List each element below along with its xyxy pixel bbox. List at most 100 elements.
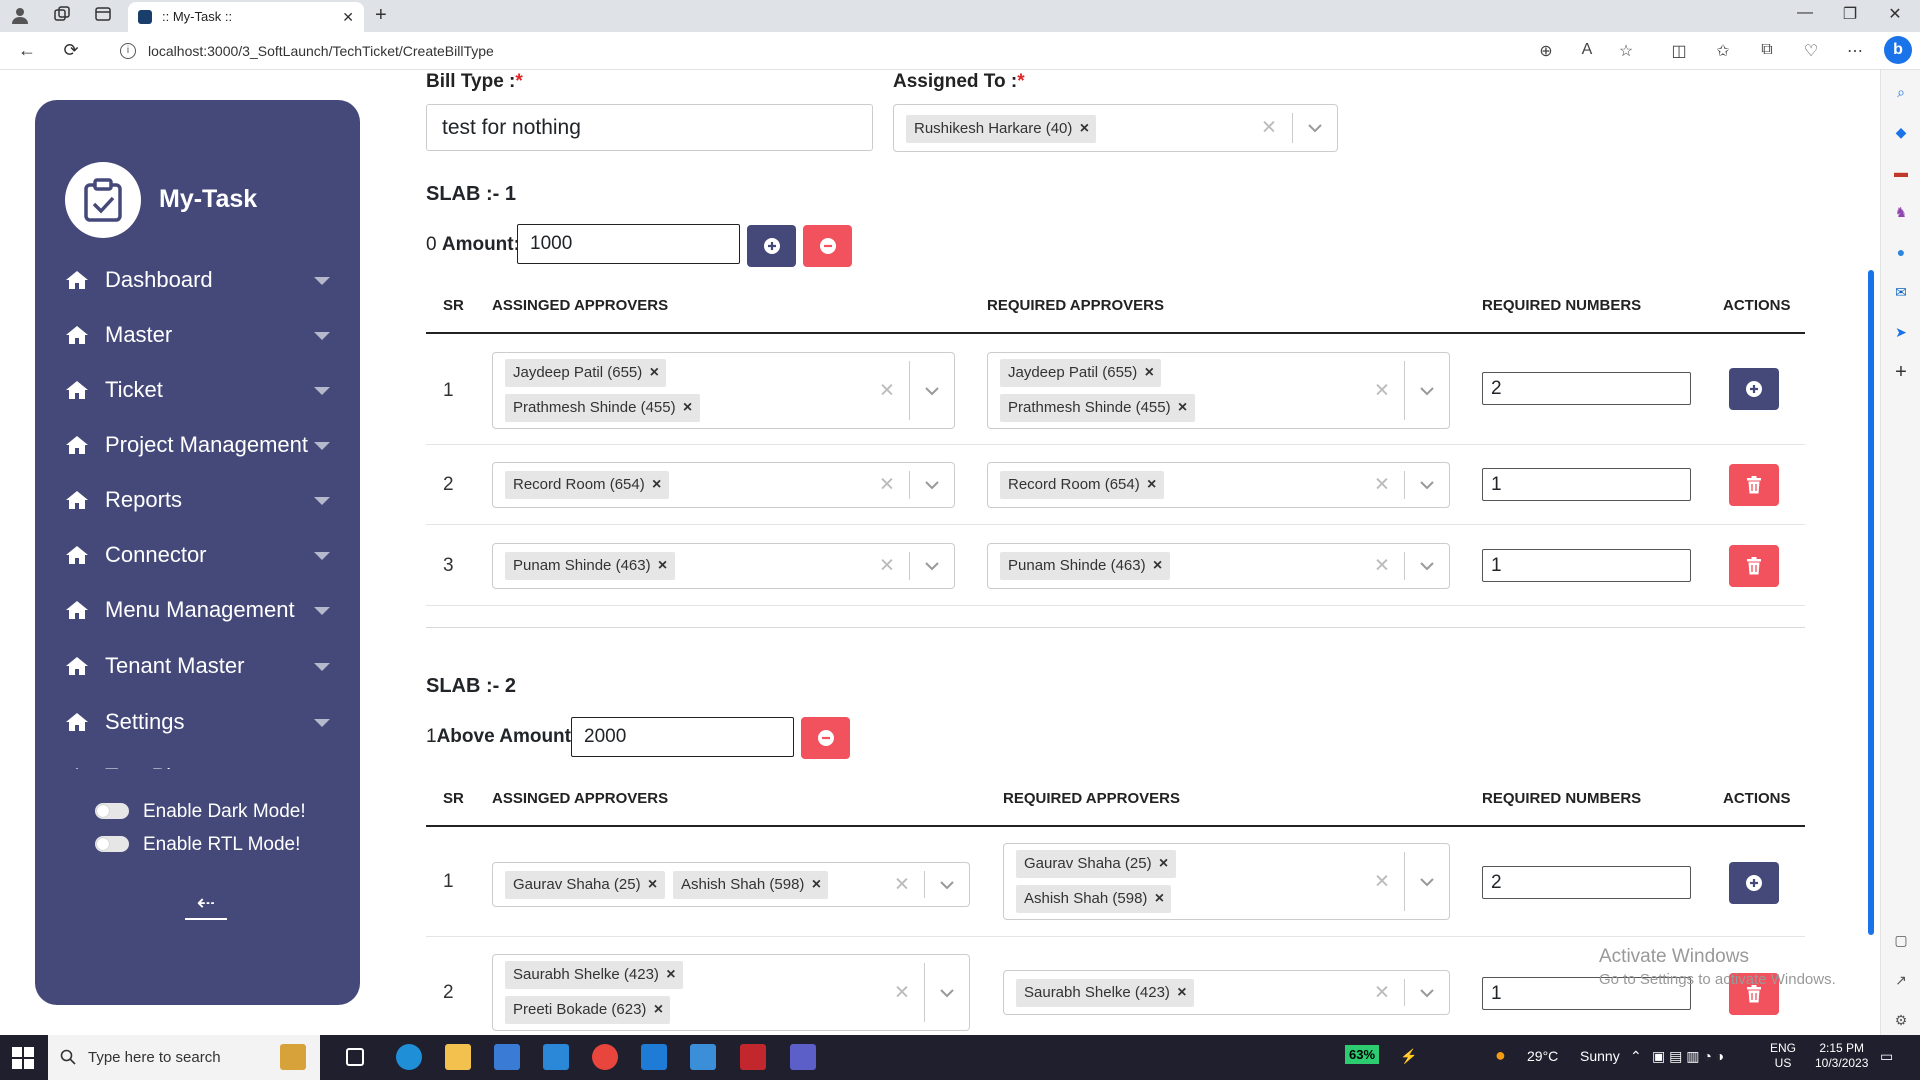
- sidebar-settings-icon[interactable]: ⚙: [1891, 1010, 1911, 1030]
- zoom-icon[interactable]: ⊕: [1535, 41, 1557, 61]
- add-slab-button[interactable]: [747, 225, 796, 267]
- microsoft-store-icon[interactable]: [494, 1044, 520, 1070]
- remove-chip-icon[interactable]: ×: [1171, 394, 1195, 422]
- tray-apps-icon[interactable]: ▣ ▤ ▥ ◔ ◑: [1652, 1048, 1724, 1065]
- notification-icon[interactable]: ▭: [1880, 1048, 1893, 1065]
- sidebar-item-3[interactable]: Project Management: [65, 425, 330, 465]
- clear-selection-icon[interactable]: ✕: [891, 873, 913, 896]
- bill-type-input[interactable]: test for nothing: [426, 104, 873, 151]
- vscode-icon[interactable]: [641, 1044, 667, 1070]
- favorites-icon[interactable]: ✩: [1712, 41, 1734, 61]
- sidebar-item-0[interactable]: Dashboard: [65, 260, 330, 300]
- chevron-down-icon[interactable]: [921, 555, 943, 577]
- chevron-down-icon[interactable]: [921, 474, 943, 496]
- assigned-approvers-select[interactable]: Punam Shinde (463) × ✕: [492, 543, 955, 589]
- close-tab-icon[interactable]: ✕: [342, 2, 354, 32]
- remove-chip-icon[interactable]: ×: [1170, 979, 1194, 1007]
- search-icon[interactable]: ⌕: [1891, 82, 1911, 102]
- mail-icon[interactable]: [543, 1044, 569, 1070]
- chevron-down-icon[interactable]: [1416, 474, 1438, 496]
- teams-icon[interactable]: [790, 1044, 816, 1070]
- clear-selection-icon[interactable]: ✕: [876, 474, 898, 497]
- tools-icon[interactable]: ▬: [1891, 162, 1911, 182]
- workspaces-icon[interactable]: [52, 6, 72, 26]
- chevron-down-icon[interactable]: [1416, 380, 1438, 402]
- assigned-approvers-select[interactable]: Jaydeep Patil (655) × Prathmesh Shinde (45…: [492, 352, 955, 429]
- remove-chip-icon[interactable]: ×: [646, 996, 670, 1024]
- split-screen-icon[interactable]: ◫: [1668, 41, 1690, 61]
- remove-chip-icon[interactable]: ×: [645, 471, 669, 499]
- clear-selection-icon[interactable]: ✕: [1371, 555, 1393, 578]
- remove-chip-icon[interactable]: ×: [642, 359, 666, 387]
- copilot-icon[interactable]: b: [1884, 36, 1912, 64]
- remove-chip-icon[interactable]: ×: [1147, 885, 1171, 913]
- task-view-icon[interactable]: [346, 1048, 364, 1066]
- tab-my-task[interactable]: :: My-Task :: ✕: [128, 2, 364, 32]
- collapse-sidebar-icon[interactable]: ⇠: [185, 890, 227, 920]
- clear-selection-icon[interactable]: ✕: [1371, 870, 1393, 893]
- remove-chip-icon[interactable]: ×: [1140, 471, 1164, 499]
- sidebar-item-6[interactable]: Menu Management: [65, 590, 330, 630]
- performance-icon[interactable]: ♡: [1800, 41, 1822, 61]
- remove-chip-icon[interactable]: ×: [641, 871, 665, 899]
- remove-slab-1-button[interactable]: [803, 225, 852, 267]
- required-number-input[interactable]: 1: [1482, 468, 1691, 501]
- edge-browser-icon[interactable]: [396, 1044, 422, 1070]
- app-icon[interactable]: [690, 1044, 716, 1070]
- clear-selection-icon[interactable]: ✕: [1371, 474, 1393, 497]
- chevron-down-icon[interactable]: [921, 380, 943, 402]
- remove-chip-icon[interactable]: ×: [804, 871, 828, 899]
- clear-selection-icon[interactable]: ✕: [1371, 379, 1393, 402]
- external-link-icon[interactable]: ↗: [1891, 970, 1911, 990]
- required-approvers-select[interactable]: Jaydeep Patil (655) × Prathmesh Shinde (45…: [987, 352, 1450, 429]
- new-tab-icon[interactable]: +: [375, 4, 387, 27]
- clear-selection-icon[interactable]: ✕: [876, 379, 898, 402]
- shopping-icon[interactable]: ◆: [1891, 122, 1911, 142]
- profile-icon[interactable]: [10, 6, 30, 26]
- required-number-input[interactable]: 2: [1482, 372, 1691, 405]
- taskbar-widget-icon[interactable]: [280, 1044, 306, 1070]
- sidebar-item-9[interactable]: Test Ph...: [65, 757, 330, 769]
- microsoft365-icon[interactable]: ●: [1891, 242, 1911, 262]
- sidebar-item-4[interactable]: Reports: [65, 480, 330, 520]
- remove-chip-icon[interactable]: ×: [1072, 115, 1096, 143]
- slab-2-amount-input[interactable]: 2000: [571, 717, 794, 757]
- more-options-icon[interactable]: ⋯: [1844, 41, 1866, 61]
- sidebar-layout-icon[interactable]: ▢: [1891, 930, 1911, 950]
- file-explorer-icon[interactable]: [445, 1044, 471, 1070]
- chrome-icon[interactable]: [592, 1044, 618, 1070]
- window-close-icon[interactable]: ✕: [1880, 4, 1910, 24]
- sidebar-item-8[interactable]: Settings: [65, 702, 330, 742]
- drop-icon[interactable]: ➤: [1891, 322, 1911, 342]
- chevron-down-icon[interactable]: [1416, 982, 1438, 1004]
- filezilla-icon[interactable]: [740, 1044, 766, 1070]
- dark-mode-toggle[interactable]: [95, 803, 129, 819]
- clear-selection-icon[interactable]: ✕: [1258, 117, 1280, 140]
- delete-row-button[interactable]: [1729, 464, 1779, 506]
- weather-icon[interactable]: ●: [1495, 1045, 1506, 1066]
- required-approvers-select[interactable]: Saurabh Shelke (423) × ✕: [1003, 970, 1450, 1015]
- language-indicator[interactable]: ENG US: [1770, 1041, 1796, 1071]
- games-icon[interactable]: ♞: [1891, 202, 1911, 222]
- clear-selection-icon[interactable]: ✕: [891, 981, 913, 1004]
- required-approvers-select[interactable]: Gaurav Shaha (25) × Ashish Shah (598) × ✕: [1003, 843, 1450, 920]
- slab-1-amount-input[interactable]: 1000: [517, 224, 740, 264]
- collections-icon[interactable]: ⧉: [1756, 41, 1778, 59]
- page-scrollbar[interactable]: [1868, 270, 1874, 935]
- remove-chip-icon[interactable]: ×: [651, 552, 675, 580]
- tab-actions-icon[interactable]: [93, 6, 113, 26]
- minimize-icon[interactable]: —: [1790, 4, 1820, 22]
- required-approvers-select[interactable]: Punam Shinde (463) × ✕: [987, 543, 1450, 589]
- read-aloud-icon[interactable]: A: [1576, 41, 1598, 59]
- add-sidebar-app-icon[interactable]: +: [1891, 362, 1911, 382]
- chevron-down-icon[interactable]: [936, 874, 958, 896]
- chevron-down-icon[interactable]: [1304, 117, 1326, 139]
- required-number-input[interactable]: 1: [1482, 549, 1691, 582]
- add-approver-row-button[interactable]: [1729, 862, 1779, 904]
- remove-chip-icon[interactable]: ×: [1146, 552, 1170, 580]
- assigned-to-select[interactable]: Rushikesh Harkare (40) × ✕: [893, 104, 1338, 152]
- back-icon[interactable]: ←: [16, 40, 38, 61]
- rtl-mode-toggle[interactable]: [95, 836, 129, 852]
- assigned-approvers-select[interactable]: Record Room (654) × ✕: [492, 462, 955, 508]
- remove-chip-icon[interactable]: ×: [676, 394, 700, 422]
